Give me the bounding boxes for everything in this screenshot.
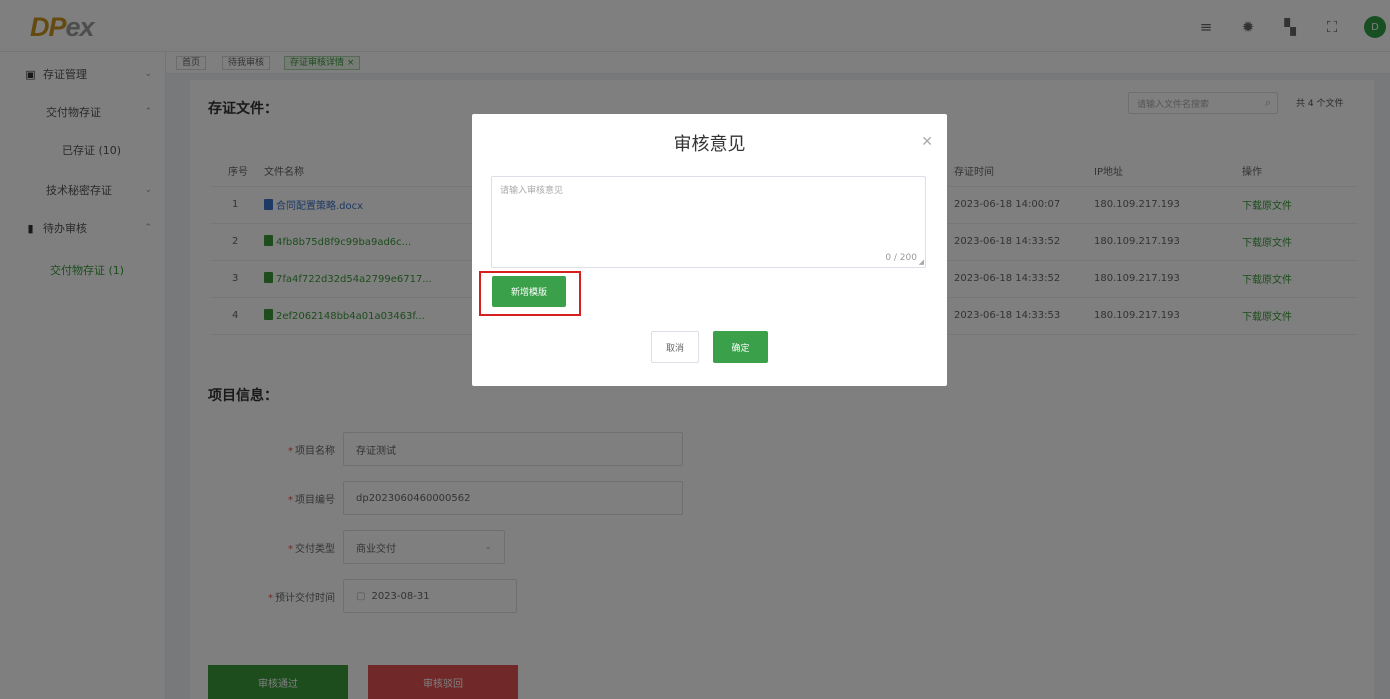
char-counter: 0 / 200 <box>885 253 917 263</box>
add-template-button[interactable]: 新增模版 <box>492 276 566 307</box>
dialog-title: 审核意见 <box>673 134 746 155</box>
review-opinion-dialog: 审核意见 ✕ 请输入审核意见 0 / 200 ◢ 新增模版 取消 确定 <box>472 114 947 386</box>
cancel-button[interactable]: 取消 <box>651 331 699 363</box>
review-opinion-textarea[interactable]: 请输入审核意见 0 / 200 ◢ <box>491 176 926 268</box>
resize-handle-icon[interactable]: ◢ <box>919 258 924 266</box>
confirm-button[interactable]: 确定 <box>713 331 768 363</box>
textarea-placeholder: 请输入审核意见 <box>500 186 564 196</box>
close-icon[interactable]: ✕ <box>921 134 933 150</box>
